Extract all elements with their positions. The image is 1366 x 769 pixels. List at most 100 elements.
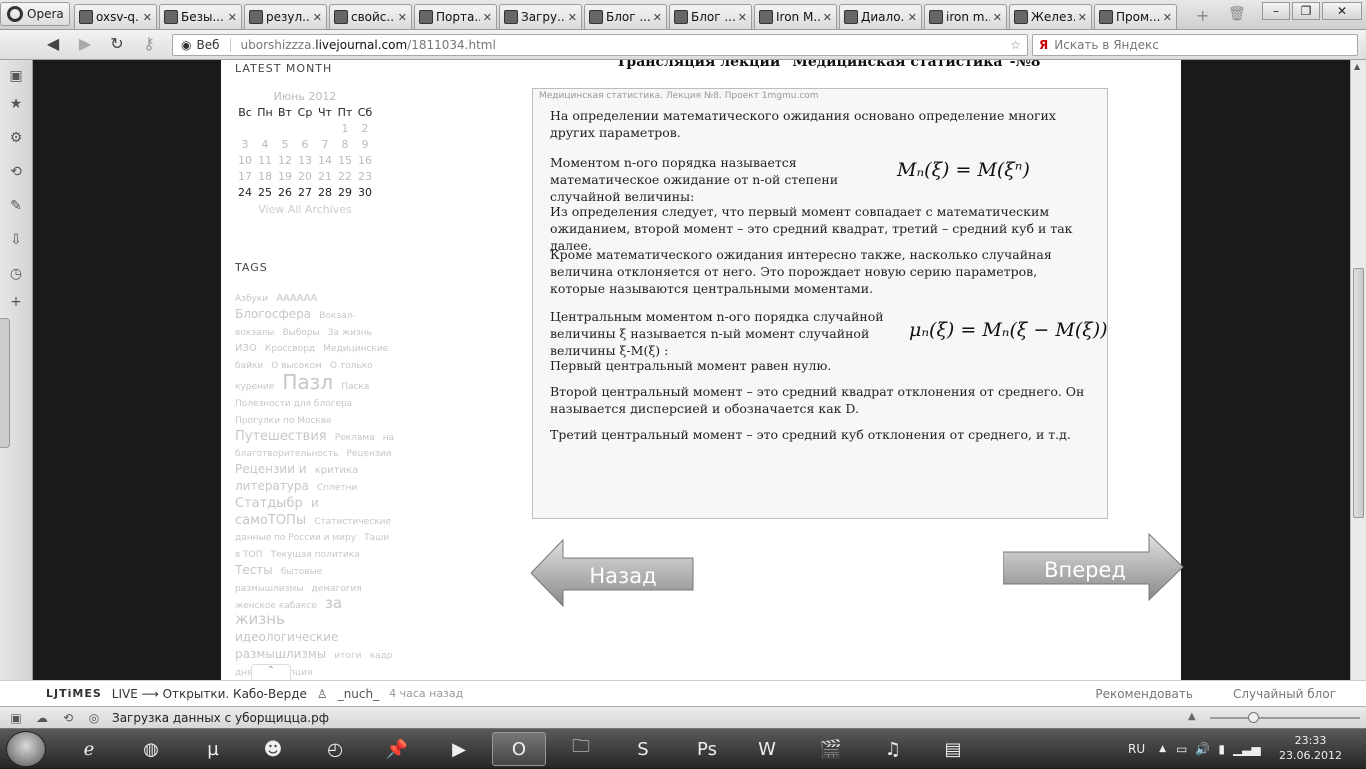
new-tab-icon[interactable]: +	[1196, 6, 1209, 25]
browser-tab[interactable]: Порта...✕	[414, 4, 497, 29]
bookmarks-icon[interactable]: ★	[8, 96, 24, 112]
forward-icon[interactable]: ▶	[72, 34, 98, 56]
tab-close-icon[interactable]: ✕	[653, 11, 662, 24]
skype-icon[interactable]: S	[616, 732, 670, 766]
tag-link[interactable]: Выборы	[283, 328, 320, 338]
tag-link[interactable]: итоги	[334, 651, 361, 661]
tag-link[interactable]: Прогулки по Москве	[235, 416, 332, 426]
opera-menu-button[interactable]: Opera	[0, 2, 70, 26]
browser-tab[interactable]: свойс... ✕	[329, 4, 412, 29]
browser-tab[interactable]: резул... ✕	[244, 4, 327, 29]
close-icon[interactable]: ✕	[1322, 2, 1362, 20]
tab-close-icon[interactable]: ✕	[738, 11, 747, 24]
tab-close-icon[interactable]: ✕	[568, 11, 577, 24]
calendar-day[interactable]: 30	[355, 186, 375, 199]
url-text[interactable]: uborshizzza.livejournal.com/1811034.html	[231, 38, 496, 52]
panel-toggle[interactable]	[0, 318, 10, 448]
prev-slide-button[interactable]: Назад	[531, 538, 697, 608]
settings-icon[interactable]: ⚙	[8, 130, 24, 146]
calendar-day[interactable]: 25	[255, 186, 275, 199]
battery-icon[interactable]: ▮	[1218, 742, 1225, 756]
maximize-icon[interactable]: ❐	[1292, 2, 1320, 20]
tag-link[interactable]: О только	[330, 361, 373, 371]
tag-link[interactable]: Полезности для блогера	[235, 399, 352, 409]
tag-link[interactable]: Пазл	[282, 370, 333, 394]
tag-link[interactable]: литература	[235, 479, 309, 493]
view-all-archives-link[interactable]: View All Archives	[235, 203, 375, 216]
tab-close-icon[interactable]: ✕	[1078, 11, 1087, 24]
user-link[interactable]: _nuch_	[338, 687, 379, 701]
cloud-icon[interactable]: ☁	[34, 711, 50, 725]
tag-link[interactable]: Медицинские	[323, 344, 388, 354]
tag-link[interactable]: женское кабаксе	[235, 601, 317, 611]
search-input[interactable]: Я Искать в Яндекс	[1032, 34, 1358, 56]
pin-icon[interactable]: 📌	[370, 732, 424, 766]
tag-link[interactable]: байки	[235, 361, 263, 371]
scroll-top-icon[interactable]: ⌃	[251, 664, 291, 680]
tag-link[interactable]: Рецензии и	[235, 462, 307, 476]
turbo-icon[interactable]: ◎	[86, 711, 102, 725]
share-icon[interactable]: ⟲	[8, 164, 24, 180]
browser-tab[interactable]: Желез...✕	[1009, 4, 1092, 29]
tag-link[interactable]: АААААА	[276, 293, 317, 304]
calendar-day[interactable]: 29	[335, 186, 355, 199]
tab-close-icon[interactable]: ✕	[823, 11, 832, 24]
calendar-day[interactable]: 27	[295, 186, 315, 199]
opera-taskbar-icon[interactable]: O	[492, 732, 546, 766]
speed-dial-icon[interactable]: ▣	[8, 68, 24, 84]
tag-link[interactable]: Путешествия	[235, 429, 327, 444]
browser-tab[interactable]: Диало...✕	[839, 4, 922, 29]
tab-close-icon[interactable]: ✕	[993, 11, 1002, 24]
word-icon[interactable]: W	[740, 732, 794, 766]
utorrent-icon[interactable]: µ	[186, 732, 240, 766]
reload-icon[interactable]: ↻	[104, 34, 130, 56]
scrollbar-thumb[interactable]	[1353, 268, 1364, 518]
zoom-up-icon[interactable]: ▲	[1188, 711, 1196, 722]
notes-icon[interactable]: ✎	[8, 198, 24, 214]
firefox-icon[interactable]: ◍	[124, 732, 178, 766]
next-slide-button[interactable]: Вперед	[1003, 532, 1185, 602]
live-link[interactable]: LIVE ⟶ Открытки. Кабо-Верде	[112, 687, 307, 701]
tag-link[interactable]: Паска	[341, 382, 369, 392]
recommend-link[interactable]: Рекомендовать	[1095, 687, 1193, 701]
tag-link[interactable]: Кроссворд	[265, 344, 315, 354]
tag-link[interactable]: Текущая политика	[271, 550, 360, 560]
browser-tab[interactable]: Блог ... ✕	[669, 4, 752, 29]
add-panel-icon[interactable]: +	[8, 294, 24, 310]
tab-close-icon[interactable]: ✕	[313, 11, 322, 24]
tab-close-icon[interactable]: ✕	[143, 11, 152, 24]
address-field[interactable]: ◉ Веб uborshizzza.livejournal.com/1811034…	[172, 34, 1028, 56]
trash-icon[interactable]: 🗑	[1228, 6, 1246, 22]
tag-link[interactable]: идеологические	[235, 630, 338, 644]
tag-link[interactable]: Статдыбр	[235, 496, 303, 511]
tag-link[interactable]: критика	[315, 465, 358, 476]
tag-link[interactable]: и	[311, 496, 319, 510]
start-button[interactable]	[6, 731, 46, 767]
video-app-icon[interactable]: 🎬	[804, 732, 858, 766]
language-indicator[interactable]: RU	[1128, 742, 1145, 756]
media-player-icon[interactable]: ▶	[432, 732, 486, 766]
tag-link[interactable]: Блогосфера	[235, 307, 311, 321]
photoshop-icon[interactable]: Ps	[680, 732, 734, 766]
tab-close-icon[interactable]: ✕	[483, 11, 492, 24]
tag-link[interactable]: курение	[235, 382, 274, 392]
volume-icon[interactable]: 🔊	[1195, 742, 1210, 756]
browser-tab[interactable]: Пром... ✕	[1094, 4, 1177, 29]
minimize-icon[interactable]: –	[1262, 2, 1290, 20]
tag-link[interactable]: Тесты	[235, 563, 273, 577]
tag-link[interactable]: Рецензии	[346, 449, 391, 459]
explorer-icon[interactable]: 🗀	[554, 732, 608, 766]
tag-link[interactable]: ИЗО	[235, 343, 257, 355]
ie-icon[interactable]: ℯ	[62, 732, 116, 766]
tag-link[interactable]: Азбуки	[235, 294, 268, 304]
browser-tab[interactable]: Iron M...✕	[754, 4, 837, 29]
tag-link[interactable]: размышлизмы	[235, 647, 326, 661]
ljtimes-logo[interactable]: LJTiMES	[46, 687, 102, 700]
back-icon[interactable]: ◀	[40, 34, 66, 56]
tab-close-icon[interactable]: ✕	[398, 11, 407, 24]
panel-icon[interactable]: ▣	[8, 711, 24, 725]
tag-link[interactable]: За жизнь	[328, 328, 372, 338]
bookmark-star-icon[interactable]: ☆	[1010, 38, 1021, 52]
tag-link[interactable]: Сплетни	[317, 483, 357, 493]
clock-app-icon[interactable]: ◴	[308, 732, 362, 766]
